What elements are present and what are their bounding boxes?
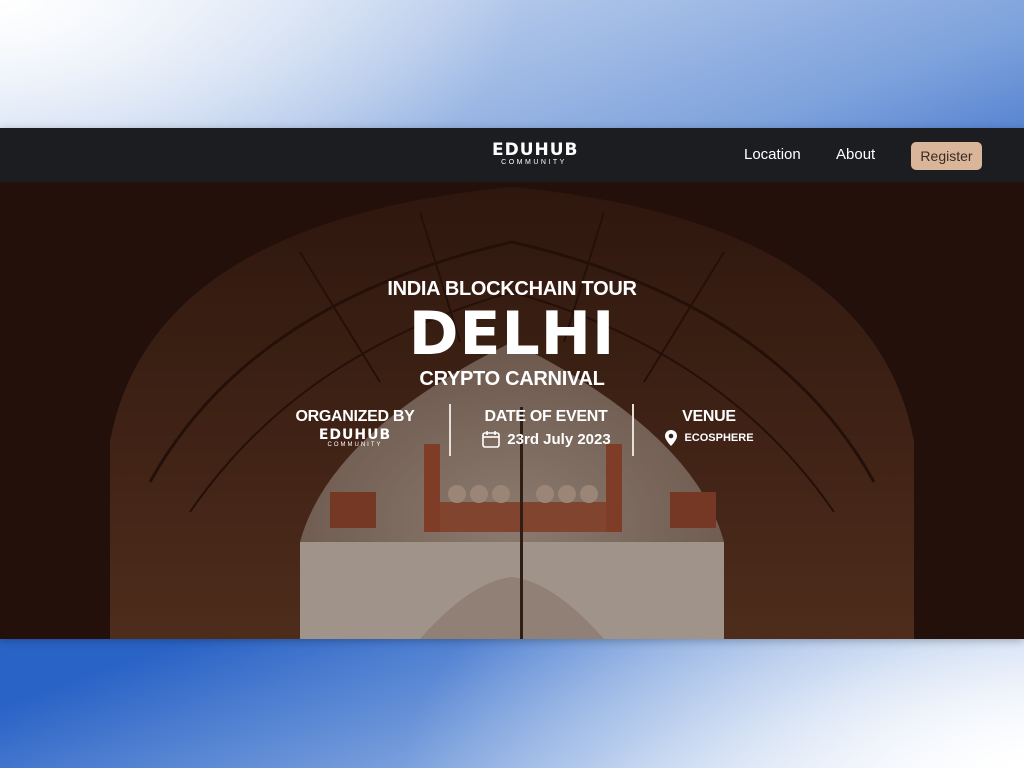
venue-block: VENUE ECOSPHERE	[656, 408, 762, 447]
organizer-logo: EDUHUB COMMUNITY	[293, 428, 417, 449]
navbar: EDUHUB COMMUNITY Location About Register	[0, 128, 1024, 182]
event-subtitle: CRYPTO CARNIVAL	[419, 368, 605, 390]
venue-title: VENUE	[682, 408, 736, 425]
organized-by-block: ORGANIZED BY EDUHUB COMMUNITY	[293, 408, 417, 449]
website-frame: EDUHUB COMMUNITY Location About Register	[0, 128, 1024, 639]
date-title: DATE OF EVENT	[484, 408, 608, 425]
divider	[449, 404, 451, 456]
nav-link-about[interactable]: About	[836, 146, 875, 163]
location-pin-icon	[665, 430, 678, 446]
nav-link-location[interactable]: Location	[744, 146, 801, 163]
divider	[632, 404, 634, 456]
date-block: DATE OF EVENT 23rd July 2023	[466, 408, 626, 449]
venue-value: ECOSPHERE	[684, 432, 754, 444]
city-title: DELHI	[408, 299, 616, 369]
organizer-logo-sub: COMMUNITY	[327, 442, 383, 448]
brand-logo-sub: COMMUNITY	[501, 159, 567, 166]
register-button[interactable]: Register	[911, 142, 982, 170]
date-value: 23rd July 2023	[507, 430, 611, 448]
brand-logo[interactable]: EDUHUB COMMUNITY	[492, 140, 579, 169]
brand-logo-main: EDUHUB	[492, 140, 579, 160]
tour-label: INDIA BLOCKCHAIN TOUR	[387, 278, 637, 300]
calendar-icon	[482, 431, 501, 448]
organized-by-title: ORGANIZED BY	[295, 408, 415, 425]
hero-section: INDIA BLOCKCHAIN TOUR DELHI CRYPTO CARNI…	[0, 182, 1024, 639]
organizer-logo-main: EDUHUB	[318, 427, 392, 443]
